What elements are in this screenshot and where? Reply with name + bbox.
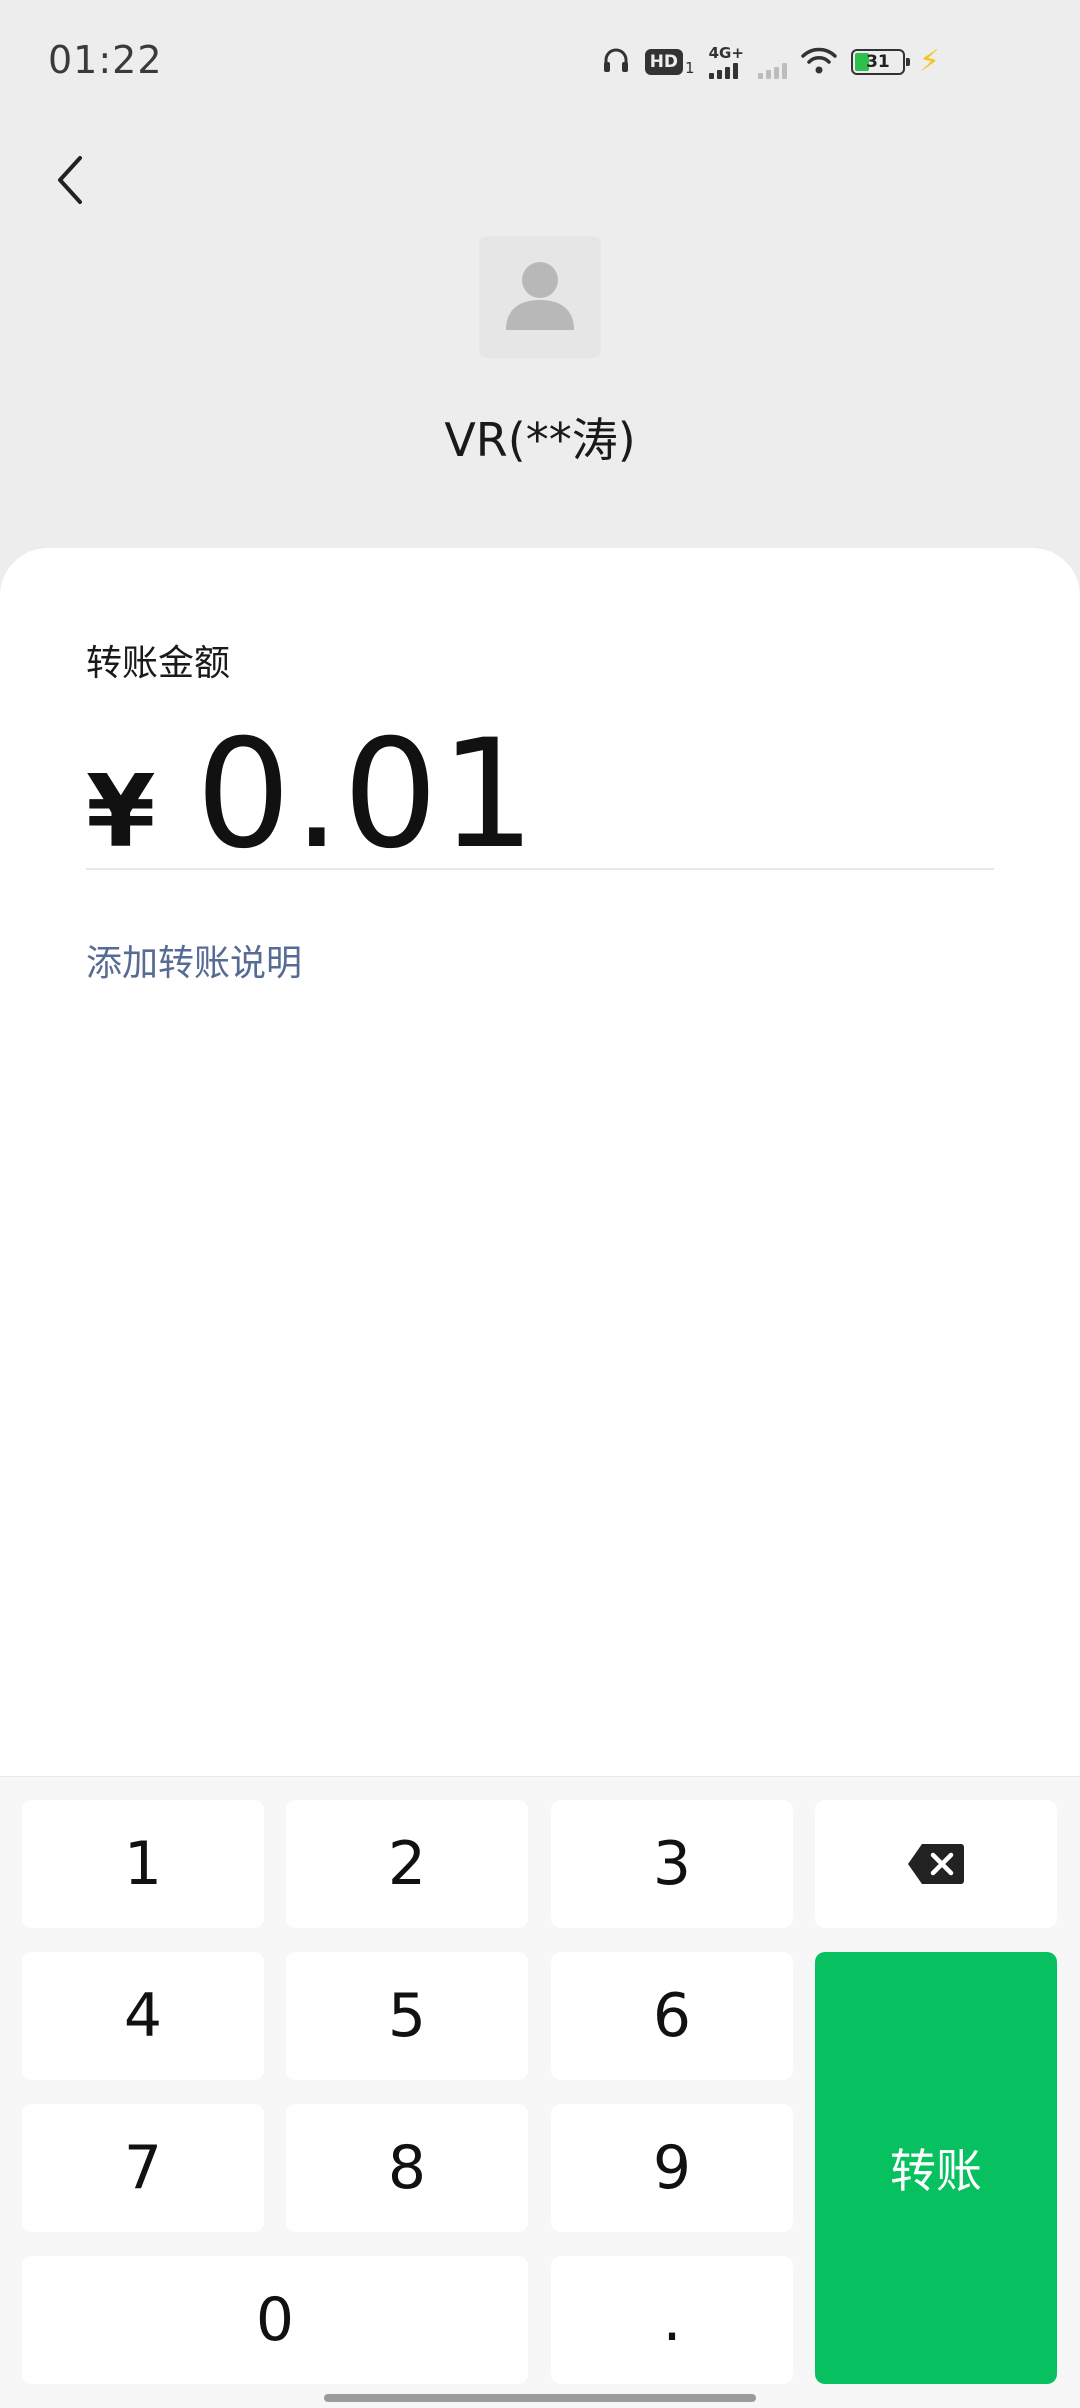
payee-avatar bbox=[479, 236, 601, 358]
amount-card: 转账金额 ¥ 0.01 添加转账说明 bbox=[0, 548, 1080, 1778]
home-indicator[interactable] bbox=[324, 2394, 756, 2402]
charging-icon: ⚡ bbox=[918, 44, 940, 79]
amount-label: 转账金额 bbox=[86, 643, 231, 684]
key-8[interactable]: 8 bbox=[286, 2104, 528, 2232]
numeric-keypad: 1 2 3 4 5 6 7 8 9 0 . 转账 bbox=[0, 1776, 1080, 2408]
key-dot[interactable]: . bbox=[551, 2256, 793, 2384]
battery-icon: 31 bbox=[850, 49, 910, 75]
amount-divider bbox=[86, 868, 994, 870]
amount-input[interactable]: ¥ 0.01 bbox=[86, 708, 538, 882]
currency-symbol: ¥ bbox=[86, 753, 156, 870]
transfer-confirm-button[interactable]: 转账 bbox=[815, 1952, 1057, 2384]
hd-sub-label: 1 bbox=[685, 59, 695, 77]
status-icons: HD 1 4G+ 31 ⚡ bbox=[601, 40, 940, 84]
hd-voice-icon: HD 1 bbox=[644, 49, 695, 77]
status-time: 01:22 bbox=[48, 38, 163, 82]
key-6[interactable]: 6 bbox=[551, 1952, 793, 2080]
key-2[interactable]: 2 bbox=[286, 1800, 528, 1928]
headphones-icon bbox=[601, 45, 631, 79]
key-9[interactable]: 9 bbox=[551, 2104, 793, 2232]
key-1[interactable]: 1 bbox=[22, 1800, 264, 1928]
payee-name: VR(**涛) bbox=[444, 413, 636, 467]
battery-level: 31 bbox=[866, 52, 890, 72]
key-5[interactable]: 5 bbox=[286, 1952, 528, 2080]
transfer-screen: 01:22 HD 1 4G+ 31 ⚡ VR(**涛) 转账金额 ¥ 0.01 … bbox=[0, 0, 1080, 2408]
key-0[interactable]: 0 bbox=[22, 2256, 528, 2384]
amount-value: 0.01 bbox=[195, 708, 538, 882]
wifi-icon bbox=[801, 45, 837, 79]
chevron-left-icon bbox=[58, 156, 82, 204]
key-3[interactable]: 3 bbox=[551, 1800, 793, 1928]
back-button[interactable] bbox=[30, 140, 110, 220]
status-bar: 01:22 HD 1 4G+ 31 ⚡ bbox=[0, 0, 1080, 120]
key-7[interactable]: 7 bbox=[22, 2104, 264, 2232]
key-4[interactable]: 4 bbox=[22, 1952, 264, 2080]
signal-icon bbox=[757, 45, 787, 79]
add-note-link[interactable]: 添加转账说明 bbox=[86, 934, 302, 986]
hd-label: HD bbox=[644, 49, 684, 75]
signal-icon: 4G+ bbox=[708, 44, 744, 79]
backspace-button[interactable] bbox=[815, 1800, 1057, 1928]
default-avatar-icon bbox=[506, 262, 574, 330]
backspace-icon bbox=[908, 1844, 964, 1884]
network-type: 4G+ bbox=[708, 44, 744, 62]
